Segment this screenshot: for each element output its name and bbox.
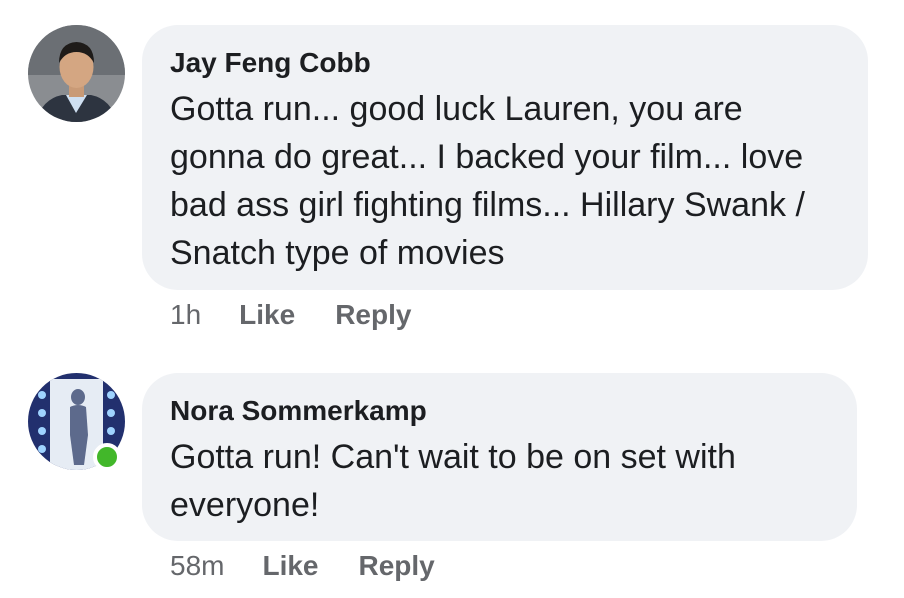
online-status-icon [93, 443, 121, 471]
comment: Nora Sommerkamp Gotta run! Can't wait to… [0, 0, 904, 598]
comment-timestamp[interactable]: 58m [170, 548, 224, 584]
comment-text: Gotta run! Can't wait to be on set with … [170, 438, 736, 524]
like-button[interactable]: Like [262, 548, 318, 584]
comment-author[interactable]: Nora Sommerkamp [170, 393, 829, 429]
comment-bubble: Nora Sommerkamp Gotta run! Can't wait to… [142, 373, 857, 541]
comment-actions: 58m Like Reply [170, 548, 435, 584]
reply-button[interactable]: Reply [359, 548, 435, 584]
